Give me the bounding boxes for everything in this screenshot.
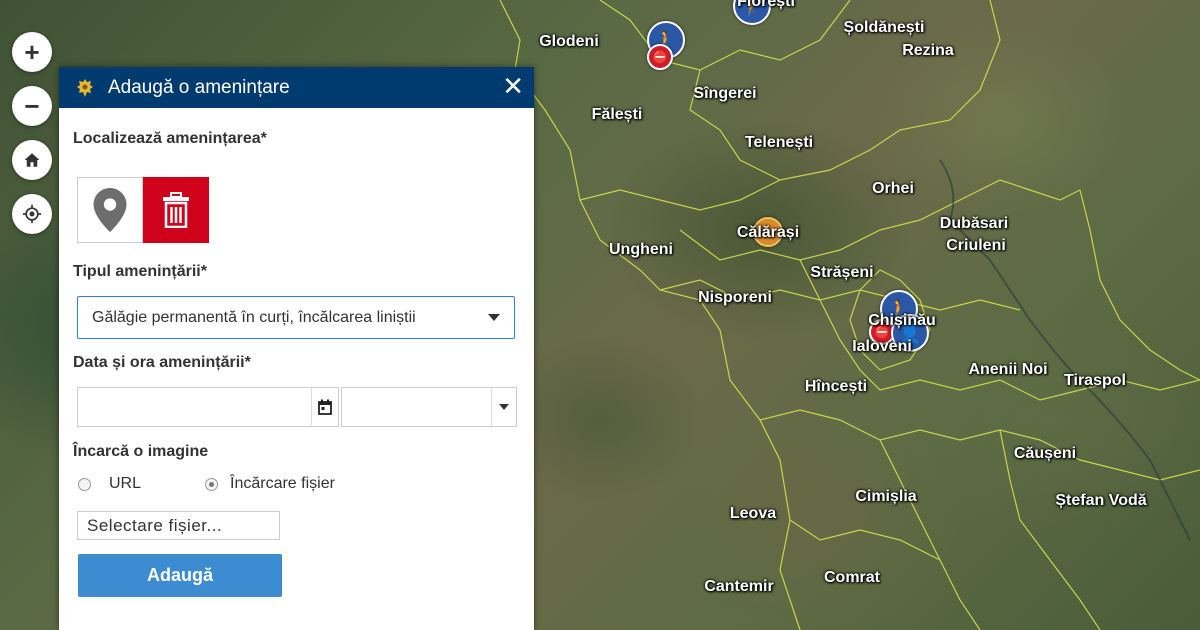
city-label: Florești (737, 0, 795, 10)
city-label: Telenești (744, 134, 814, 151)
threat-type-select[interactable]: Gălăgie permanentă în curți, încălcarea … (77, 296, 515, 339)
place-marker-button[interactable] (77, 177, 143, 243)
radio-url[interactable]: URL (78, 475, 141, 493)
upload-image-label: Încarcă o imagine (73, 443, 209, 460)
city-label: Căușeni (1013, 445, 1077, 462)
location-buttons (77, 177, 209, 243)
threat-marker[interactable]: ⛔ (647, 44, 673, 70)
city-label: Ialoveni (852, 338, 912, 355)
trash-icon (163, 192, 189, 228)
date-field[interactable] (77, 387, 339, 427)
minus-icon: − (24, 91, 40, 121)
city-label: Fălești (591, 106, 643, 123)
coat-of-arms-icon (77, 78, 93, 97)
radio-file-upload[interactable]: Încărcare fișier (205, 475, 335, 493)
panel-title: Adaugă o amenințare (108, 76, 290, 98)
delete-location-button[interactable] (143, 177, 209, 243)
city-label: Hîncești (804, 378, 868, 395)
threat-type-label: Tipul amenințării* (73, 263, 207, 280)
threat-type-value: Gălăgie permanentă în curți, încălcarea … (92, 308, 416, 326)
datetime-label: Data și ora amenințării* (73, 354, 251, 371)
chevron-down-icon (491, 388, 516, 426)
locate-threat-label: Localizează amenințarea* (73, 130, 267, 147)
city-label: Glodeni (539, 33, 599, 50)
city-label: Rezina (902, 42, 954, 59)
add-button[interactable]: Adaugă (78, 554, 282, 597)
city-label: Anenii Noi (968, 361, 1048, 378)
crosshair-icon (22, 204, 42, 224)
city-label: Comrat (823, 569, 881, 586)
city-label: Orhei (872, 180, 914, 197)
panel-header: Adaugă o amenințare ✕ (59, 67, 534, 108)
zoom-in-button[interactable]: + (12, 32, 52, 72)
radio-url-circle[interactable] (78, 477, 91, 491)
locate-me-button[interactable] (12, 194, 52, 234)
choose-file-button[interactable]: Selectare fișier... (77, 511, 280, 540)
city-label: Nisporeni (698, 289, 772, 306)
city-label: Ungheni (609, 241, 673, 258)
city-label: Chișinău (868, 312, 936, 329)
city-label: Cimișlia (855, 488, 917, 505)
plus-icon: + (24, 37, 40, 67)
home-button[interactable] (12, 140, 52, 180)
city-label: Călărași (736, 224, 800, 241)
city-label: Strășeni (810, 264, 874, 281)
radio-file-label: Încărcare fișier (230, 475, 335, 492)
city-label: Leova (729, 505, 777, 522)
add-threat-panel: Adaugă o amenințare ✕ Localizează amenin… (59, 67, 534, 630)
chevron-down-icon (488, 314, 500, 321)
radio-file-circle[interactable] (205, 477, 218, 491)
city-label: Dubăsari (939, 215, 1009, 232)
city-label: Criuleni (946, 237, 1006, 254)
calendar-icon[interactable] (311, 388, 338, 426)
map-pin-icon (93, 188, 127, 232)
time-select[interactable] (341, 387, 517, 427)
radio-url-label: URL (109, 475, 142, 492)
city-label: Tiraspol (1064, 372, 1126, 389)
city-label: Șoldănești (843, 19, 925, 36)
city-label: Cantemir (704, 578, 774, 595)
city-label: Ștefan Vodă (1055, 492, 1147, 509)
zoom-out-button[interactable]: − (12, 86, 52, 126)
home-icon (24, 153, 40, 167)
no-entry-icon: ⛔ (652, 50, 668, 64)
city-label: Sîngerei (693, 85, 757, 102)
close-button[interactable]: ✕ (502, 72, 524, 100)
